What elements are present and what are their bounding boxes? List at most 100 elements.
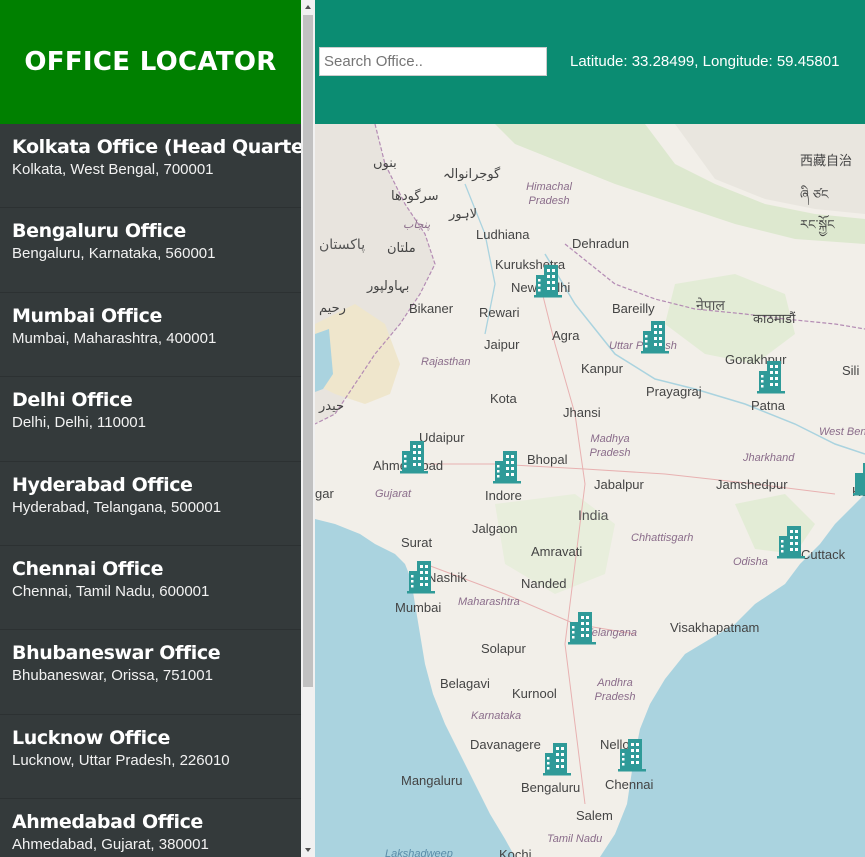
office-building-icon[interactable]: [751, 357, 791, 395]
office-item-kolkata[interactable]: Kolkata Office (Head Quarters) Kolkata, …: [0, 124, 301, 209]
office-address: Hyderabad, Telangana, 500001: [12, 498, 222, 516]
map-label: Jalgaon: [472, 521, 518, 536]
map-label: بہاولپور: [367, 278, 410, 293]
map-label: नेपाल: [696, 297, 725, 313]
scroll-down-arrow-icon[interactable]: [301, 843, 315, 857]
office-building-icon[interactable]: [771, 522, 811, 560]
map-label: Kurnool: [512, 686, 557, 701]
office-building-icon[interactable]: [528, 261, 568, 299]
map-label: Agra: [552, 328, 580, 343]
map-label: بنوں: [373, 155, 397, 170]
office-address: Delhi, Delhi, 110001: [12, 414, 146, 432]
map-label: Belagavi: [440, 676, 490, 691]
map-label: Dehradun: [572, 236, 630, 251]
office-item-hyderabad[interactable]: Hyderabad Office Hyderabad, Telangana, 5…: [0, 462, 301, 546]
map-label: gar: [315, 486, 334, 501]
map-label: ملتان: [387, 240, 416, 255]
office-item-chennai[interactable]: Chennai Office Chennai, Tamil Nadu, 6000…: [0, 546, 301, 631]
office-address: Lucknow, Uttar Pradesh, 226010: [12, 751, 230, 769]
map-label: Gujarat: [375, 488, 412, 500]
map-label: Bareilly: [612, 301, 655, 316]
map-label: Kanpur: [581, 361, 623, 376]
office-building-icon[interactable]: [635, 317, 675, 355]
map-label: Jaipur: [484, 337, 520, 352]
map-label: Chennai: [605, 777, 654, 792]
map-label: پنجاب: [403, 219, 431, 231]
scrollbar-thumb[interactable]: [303, 15, 313, 687]
map-label: Tamil Nadu: [547, 833, 603, 845]
map-label: لاہور: [449, 206, 478, 221]
office-building-icon[interactable]: [394, 437, 434, 475]
office-building-icon[interactable]: [847, 459, 865, 497]
office-item-delhi[interactable]: Delhi Office Delhi, Delhi, 110001: [0, 377, 301, 462]
map-label: Rewari: [479, 305, 520, 320]
map-label: Amravati: [531, 544, 583, 559]
office-name: Bhubaneswar Office: [12, 642, 221, 665]
brand-header: OFFICE LOCATOR: [0, 0, 301, 124]
office-address: Chennai, Tamil Nadu, 600001: [12, 582, 210, 600]
map-label: Andhra Pradesh: [594, 677, 636, 703]
map-label: Jamshedpur: [716, 477, 788, 492]
office-building-icon[interactable]: [612, 735, 652, 773]
map-label: Bhopal: [527, 452, 568, 467]
office-building-icon[interactable]: [487, 447, 527, 485]
map-label: Sili: [842, 363, 860, 378]
office-name: Kolkata Office (Head Quarters): [12, 136, 301, 158]
office-address: Mumbai, Maharashtra, 400001: [12, 329, 217, 347]
map-label: Prayagraj: [646, 384, 702, 399]
office-item-lucknow[interactable]: Lucknow Office Lucknow, Uttar Pradesh, 2…: [0, 715, 301, 800]
office-address: Bengaluru, Karnataka, 560001: [12, 245, 216, 263]
scroll-up-arrow-icon[interactable]: [301, 0, 315, 14]
map-label: རང་སྐྱོང: [800, 217, 835, 232]
map-label: Odisha: [733, 556, 768, 568]
map-label: پاکستان: [319, 236, 366, 252]
map-label: Himachal Pradesh: [526, 181, 572, 207]
office-name: Lucknow Office: [12, 726, 171, 749]
office-building-icon[interactable]: [401, 557, 441, 595]
top-bar: Latitude: 33.28499, Longitude: 59.45801: [315, 0, 865, 124]
office-item-bengaluru[interactable]: Bengaluru Office Bengaluru, Karnataka, 5…: [0, 208, 301, 293]
map-label: Jhansi: [563, 405, 601, 420]
map-label: Ludhiana: [476, 227, 530, 242]
coordinates-readout: Latitude: 33.28499, Longitude: 59.45801: [570, 53, 840, 70]
map-label: Maharashtra: [458, 596, 520, 608]
map-label: Visakhapatnam: [670, 620, 760, 635]
map-label: Nanded: [521, 576, 567, 591]
map-label: India: [578, 507, 609, 523]
map-label: سرگودھا: [391, 188, 439, 203]
map-label: Jabalpur: [594, 477, 644, 492]
sidebar-scrollbar[interactable]: [301, 0, 315, 857]
map-label: رحیم: [319, 300, 346, 315]
office-building-icon[interactable]: [562, 608, 602, 646]
map-label: حیدر: [319, 398, 345, 413]
office-name: Bengaluru Office: [12, 220, 186, 243]
map-view[interactable]: 西藏自治 ཞི ཙང རང་སྐྱོང بنوں گوجرانوالہ سرگو…: [315, 124, 865, 857]
map-label: Surat: [401, 535, 433, 550]
office-item-bhubaneswar[interactable]: Bhubaneswar Office Bhubaneswar, Orissa, …: [0, 630, 301, 715]
map-label: Mangaluru: [401, 773, 463, 788]
map-label: Chhattisgarh: [631, 532, 694, 544]
office-item-ahmedabad[interactable]: Ahmedabad Office Ahmedabad, Gujarat, 380…: [0, 799, 301, 857]
office-name: Ahmedabad Office: [12, 811, 203, 834]
map-label: Solapur: [481, 641, 526, 656]
office-name: Chennai Office: [12, 557, 164, 580]
office-name: Hyderabad Office: [12, 473, 193, 496]
map-label: Kota: [490, 391, 517, 406]
office-address: Ahmedabad, Gujarat, 380001: [12, 836, 209, 854]
office-item-mumbai[interactable]: Mumbai Office Mumbai, Maharashtra, 40000…: [0, 293, 301, 378]
search-input[interactable]: [319, 47, 547, 76]
map-label: Bengaluru: [521, 780, 581, 795]
office-building-icon[interactable]: [537, 739, 577, 777]
map-label: 西藏自治: [800, 153, 853, 168]
map-label: Bikaner: [409, 301, 454, 316]
map-label: Patna: [751, 398, 785, 413]
map-label: Salem: [576, 808, 613, 823]
office-name: Delhi Office: [12, 389, 133, 412]
map-label: Rajasthan: [421, 356, 471, 368]
office-address: Bhubaneswar, Orissa, 751001: [12, 667, 213, 685]
map-label: Kochi: [499, 847, 532, 857]
map-label: گوجرانوالہ: [443, 166, 501, 181]
map-label: Lakshadweep: [385, 848, 453, 857]
map-label: Davanagere: [470, 737, 541, 752]
map-label: Karnataka: [471, 710, 522, 722]
